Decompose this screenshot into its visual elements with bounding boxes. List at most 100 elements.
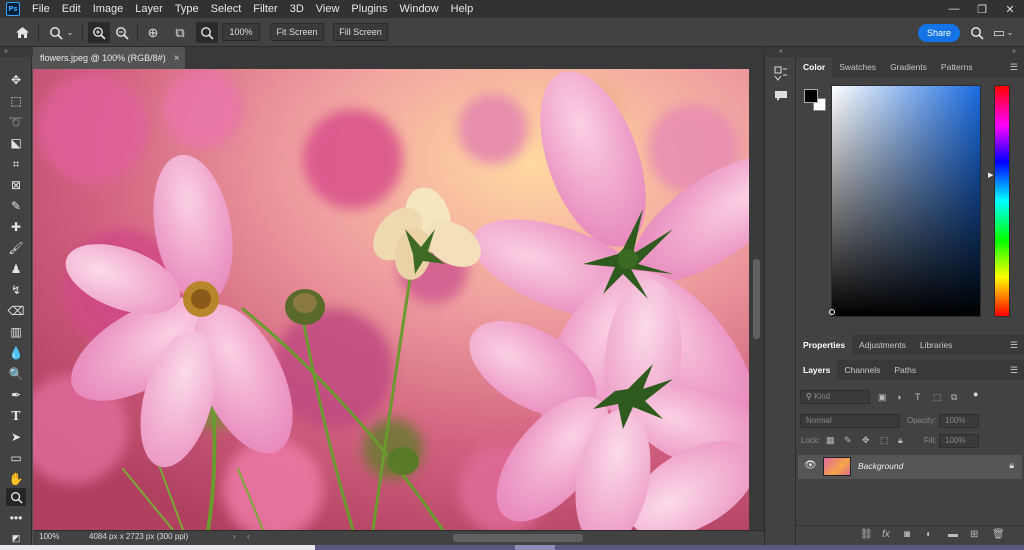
marquee-tool-icon[interactable]: ⬚ <box>6 92 26 110</box>
frame-tool-icon[interactable]: ⊠ <box>6 176 26 194</box>
color-panel-menu-icon[interactable]: ☰ <box>1010 62 1018 73</box>
color-field-cursor[interactable] <box>829 309 835 315</box>
comments-panel-icon[interactable] <box>771 87 791 105</box>
healing-brush-tool-icon[interactable]: ✚ <box>6 218 26 236</box>
restore-button[interactable]: ❐ <box>968 0 996 18</box>
tab-swatches[interactable]: Swatches <box>832 57 883 77</box>
zoom-percent-field[interactable]: 100% <box>222 23 260 41</box>
brush-tool-icon[interactable]: 🖌 <box>6 239 26 257</box>
zoom-in-icon[interactable] <box>88 22 110 43</box>
crop-tool-icon[interactable]: ⌗ <box>6 155 26 173</box>
tab-channels[interactable]: Channels <box>837 360 887 380</box>
object-selection-tool-icon[interactable]: ⬕ <box>6 134 26 152</box>
dodge-tool-icon[interactable]: 🔍 <box>6 365 26 383</box>
menu-view[interactable]: View <box>310 0 346 18</box>
lock-icon[interactable]: 🔒︎ <box>1009 460 1014 471</box>
new-adjustment-layer-icon[interactable]: ◐ <box>926 529 932 540</box>
tab-adjustments[interactable]: Adjustments <box>852 335 913 355</box>
menu-3d[interactable]: 3D <box>284 0 310 18</box>
menu-help[interactable]: Help <box>445 0 480 18</box>
expand-panels-icon[interactable]: « <box>765 47 797 57</box>
filter-shape-icon[interactable]: ⬚ <box>933 392 942 403</box>
new-layer-icon[interactable]: ⊞ <box>970 529 978 540</box>
path-selection-tool-icon[interactable]: ➤ <box>6 428 26 446</box>
history-brush-tool-icon[interactable]: ↯ <box>6 281 26 299</box>
lock-transparency-icon[interactable]: ▦ <box>826 435 835 446</box>
more-tools-icon[interactable]: ••• <box>6 509 26 527</box>
link-layers-icon[interactable]: ⛓ <box>860 529 873 540</box>
minimize-button[interactable]: — <box>940 0 968 18</box>
menu-edit[interactable]: Edit <box>56 0 87 18</box>
close-icon[interactable]: × <box>174 53 180 64</box>
vertical-scroll-thumb[interactable] <box>753 259 760 339</box>
tab-paths[interactable]: Paths <box>887 360 923 380</box>
properties-panel-menu-icon[interactable]: ☰ <box>1010 340 1018 351</box>
foreground-color-swatch[interactable] <box>804 89 818 103</box>
horizontal-scroll-thumb[interactable] <box>453 534 583 542</box>
new-group-icon[interactable]: ▬ <box>948 529 958 540</box>
document-tab[interactable]: flowers.jpeg @ 100% (RGB/8#) × <box>33 47 185 69</box>
tab-libraries[interactable]: Libraries <box>913 335 960 355</box>
blur-tool-icon[interactable]: 💧 <box>6 344 26 362</box>
tab-gradients[interactable]: Gradients <box>883 57 934 77</box>
lock-image-icon[interactable]: ✎ <box>844 435 852 446</box>
lock-all-icon[interactable]: 🔒︎ <box>898 435 903 446</box>
lasso-tool-icon[interactable]: ➰ <box>6 113 26 131</box>
layer-row-background[interactable]: 👁︎ Background 🔒︎ <box>798 455 1022 479</box>
status-zoom[interactable]: 100% <box>39 532 59 541</box>
hue-slider[interactable] <box>994 85 1010 317</box>
share-button[interactable]: Share <box>918 24 960 42</box>
tab-color[interactable]: Color <box>796 57 833 77</box>
filter-smart-object-icon[interactable]: ⧉ <box>951 392 957 403</box>
menu-window[interactable]: Window <box>394 0 445 18</box>
tab-layers[interactable]: Layers <box>796 360 838 380</box>
menu-type[interactable]: Type <box>169 0 205 18</box>
resize-windows-icon[interactable]: ⊕ <box>142 22 164 43</box>
fill-field[interactable]: 100% <box>939 434 979 448</box>
filter-type-icon[interactable]: T <box>915 392 921 402</box>
blend-mode-select[interactable]: Normal <box>800 414 900 428</box>
zoom-all-windows-icon[interactable]: ⧉ <box>169 22 191 43</box>
close-window-button[interactable]: ✕ <box>996 0 1024 18</box>
filter-adjustment-icon[interactable]: ◑ <box>896 392 901 402</box>
chevron-down-icon[interactable]: ⌄ <box>64 22 76 43</box>
history-panel-icon[interactable] <box>771 65 791 83</box>
document-canvas[interactable] <box>33 69 749 530</box>
clone-stamp-tool-icon[interactable]: ♟ <box>6 260 26 278</box>
status-arrow-icon[interactable]: › <box>233 532 236 541</box>
color-picker-field[interactable] <box>831 85 981 317</box>
delete-layer-icon[interactable]: 🗑︎ <box>992 529 1005 540</box>
lock-position-icon[interactable]: ✥ <box>862 435 870 446</box>
layer-style-icon[interactable]: fx <box>882 529 890 540</box>
layer-kind-filter[interactable]: ⚲ Kind <box>800 390 870 404</box>
layers-panel-menu-icon[interactable]: ☰ <box>1010 365 1018 376</box>
menu-select[interactable]: Select <box>205 0 248 18</box>
type-tool-icon[interactable]: T <box>6 407 26 425</box>
toolbar-collapse-icon[interactable]: » <box>0 47 34 57</box>
tab-patterns[interactable]: Patterns <box>934 57 980 77</box>
filter-pixel-icon[interactable]: ▣ <box>878 392 887 403</box>
fit-screen-button[interactable]: Fit Screen <box>270 23 324 41</box>
eye-icon[interactable]: 👁︎ <box>804 460 817 471</box>
eyedropper-tool-icon[interactable]: ✎ <box>6 197 26 215</box>
menu-layer[interactable]: Layer <box>129 0 169 18</box>
menu-image[interactable]: Image <box>87 0 130 18</box>
tab-properties[interactable]: Properties <box>796 335 853 355</box>
scroll-left-icon[interactable]: ‹ <box>247 532 250 541</box>
add-mask-icon[interactable]: ◙ <box>904 529 910 540</box>
move-tool-icon[interactable]: ✥ <box>6 71 26 89</box>
filter-toggle-icon[interactable]: ● <box>973 389 978 399</box>
zoom-tool-icon[interactable] <box>6 488 26 506</box>
zoom-out-icon[interactable] <box>111 22 133 43</box>
lock-artboard-icon[interactable]: ⬚ <box>880 435 889 446</box>
pen-tool-icon[interactable]: ✒ <box>6 386 26 404</box>
fill-screen-button[interactable]: Fill Screen <box>333 23 388 41</box>
rectangle-tool-icon[interactable]: ▭ <box>6 449 26 467</box>
vertical-scrollbar[interactable] <box>749 69 764 530</box>
hue-pointer-icon[interactable]: ▶ <box>988 171 993 179</box>
gradient-tool-icon[interactable]: ▥ <box>6 323 26 341</box>
menu-filter[interactable]: Filter <box>247 0 283 18</box>
workspace-chevron-icon[interactable]: ⌄ <box>1004 22 1016 43</box>
scrubby-zoom-icon[interactable] <box>196 22 218 43</box>
collapse-panels-icon[interactable]: » <box>796 47 1024 57</box>
